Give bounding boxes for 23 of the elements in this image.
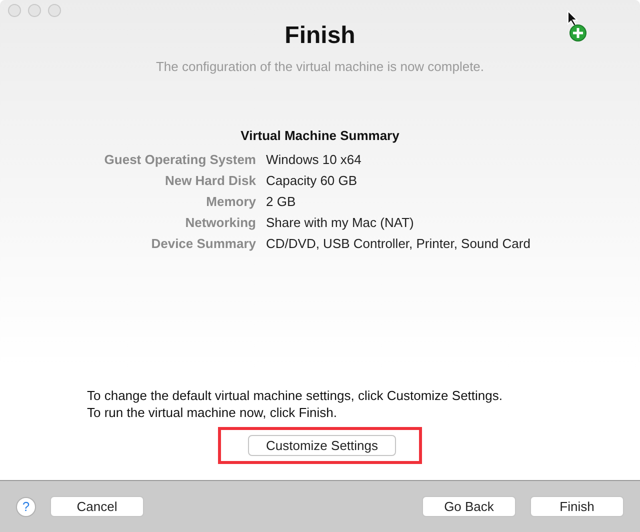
- summary-value: CD/DVD, USB Controller, Printer, Sound Card: [266, 236, 530, 252]
- summary-label: Guest Operating System: [103, 152, 256, 168]
- summary-value: 2 GB: [266, 194, 297, 210]
- summary-value: Windows 10 x64: [266, 152, 362, 168]
- finish-button[interactable]: Finish: [530, 496, 624, 517]
- cancel-button[interactable]: Cancel: [50, 496, 144, 517]
- window-control-icon[interactable]: [48, 4, 61, 17]
- subtitle: The configuration of the virtual machine is now complete.: [156, 59, 484, 74]
- summary-value: Capacity 60 GB: [266, 173, 358, 189]
- instruction-text: To run the virtual machine now, click Finish.: [87, 405, 338, 421]
- customize-settings-button[interactable]: Customize Settings: [248, 435, 396, 456]
- window-control-icon[interactable]: [28, 4, 41, 17]
- summary-label: Memory: [205, 194, 256, 210]
- go-back-button[interactable]: Go Back: [422, 496, 516, 517]
- summary-heading: Virtual Machine Summary: [240, 128, 400, 143]
- summary-value: Share with my Mac (NAT): [266, 215, 415, 231]
- help-button[interactable]: ?: [16, 496, 36, 516]
- window-title: Finish: [284, 22, 356, 50]
- window-control-icon[interactable]: [8, 4, 21, 17]
- instruction-text: To change the default virtual machine settings, click Customize Settings.: [87, 388, 502, 404]
- summary-label: New Hard Disk: [164, 173, 256, 189]
- summary-label: Device Summary: [150, 236, 256, 252]
- summary-label: Networking: [184, 215, 256, 231]
